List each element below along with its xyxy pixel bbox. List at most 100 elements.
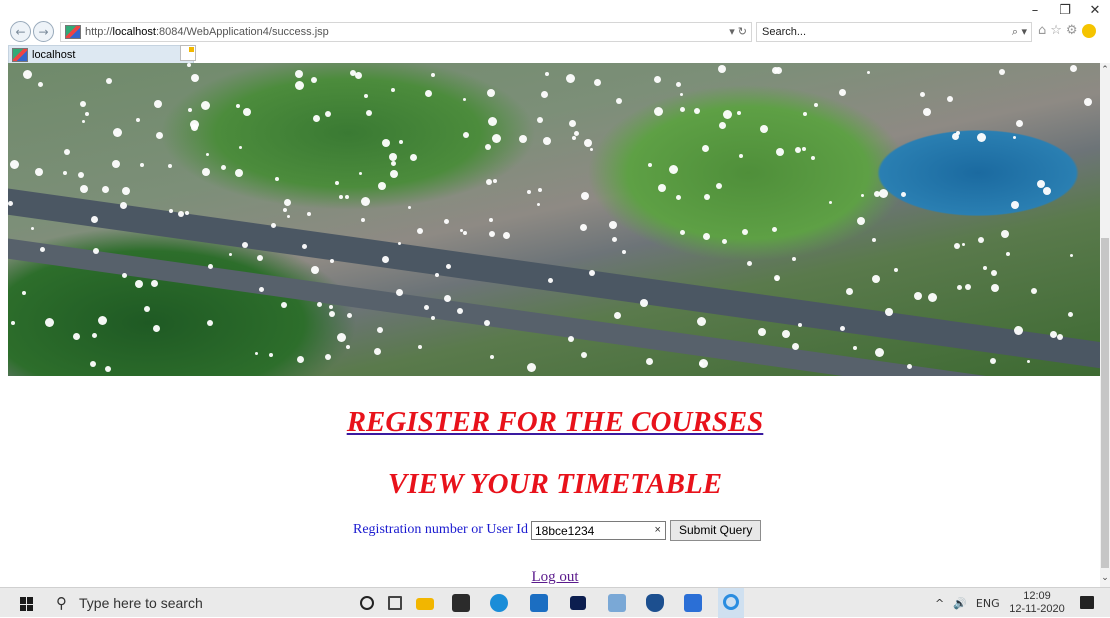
snow-dot <box>313 115 320 122</box>
snow-dot <box>614 312 621 319</box>
snow-dot <box>23 70 32 79</box>
snow-dot <box>894 268 898 272</box>
snow-dot <box>112 160 120 168</box>
windows-start-icon[interactable] <box>20 597 34 611</box>
registration-input[interactable]: 18bce1234 × <box>530 520 666 540</box>
feedback-smiley-icon[interactable] <box>1081 24 1096 38</box>
clear-input-icon[interactable]: × <box>655 524 661 536</box>
snow-dot <box>718 65 726 73</box>
snow-dot <box>792 343 799 350</box>
snow-dot <box>317 302 322 307</box>
snow-dot <box>590 148 593 151</box>
search-icon: ⚲ <box>56 594 67 612</box>
snow-dot <box>431 316 435 320</box>
snow-dot <box>543 137 551 145</box>
store-icon[interactable] <box>452 594 470 612</box>
snow-dot <box>654 107 663 116</box>
browser-search-input[interactable]: Search... ⌕ ▾ <box>756 22 1032 42</box>
snow-dot <box>389 153 397 161</box>
snow-dot <box>548 278 553 283</box>
notification-icon[interactable] <box>1080 596 1094 609</box>
snow-dot <box>489 231 495 237</box>
snow-dot <box>527 190 531 194</box>
favorites-star-icon[interactable]: ☆ <box>1050 23 1062 38</box>
snow-dot <box>537 203 540 206</box>
snow-dot <box>983 266 987 270</box>
snow-dot <box>330 259 334 263</box>
app-icon[interactable] <box>684 594 702 612</box>
snow-dot <box>390 170 398 178</box>
snow-dot <box>201 101 210 110</box>
snow-dot <box>98 316 107 325</box>
snow-dot <box>122 273 127 278</box>
dropbox-icon[interactable] <box>570 596 586 610</box>
snow-dot <box>879 189 888 198</box>
mail-icon[interactable] <box>530 594 548 612</box>
forward-button[interactable]: → <box>33 21 54 42</box>
submit-query-button[interactable]: Submit Query <box>669 519 762 541</box>
taskbar-search-box[interactable]: ⚲ Type here to search <box>50 588 340 618</box>
snow-dot <box>704 194 710 200</box>
scrollbar-thumb[interactable] <box>1101 238 1109 568</box>
snow-dot <box>1027 360 1030 363</box>
edge-icon[interactable] <box>490 594 508 612</box>
snow-dot <box>739 154 743 158</box>
search-placeholder: Search... <box>762 26 807 38</box>
snow-dot <box>541 91 548 98</box>
new-tab-button[interactable] <box>180 45 196 61</box>
address-bar[interactable]: http://localhost:8084/WebApplication4/su… <box>60 22 752 42</box>
snow-dot <box>874 191 880 197</box>
refresh-icon[interactable]: ▾ ↻ <box>729 25 747 38</box>
snow-dot <box>346 345 350 349</box>
snow-dot <box>271 223 276 228</box>
snow-dot <box>861 194 864 197</box>
snow-dot <box>90 361 96 367</box>
logout-link[interactable]: Log out <box>0 569 1110 586</box>
snow-dot <box>1031 288 1037 294</box>
snow-dot <box>45 318 54 327</box>
file-explorer-icon[interactable] <box>416 598 434 610</box>
show-hidden-icons[interactable]: ^ <box>935 597 944 610</box>
internet-explorer-icon[interactable] <box>718 588 744 618</box>
snow-dot <box>113 128 122 137</box>
snow-dot <box>239 146 242 149</box>
settings-gear-icon[interactable]: ⚙ <box>1066 23 1078 38</box>
security-icon[interactable] <box>646 594 664 612</box>
vertical-scrollbar[interactable]: ⌃ ⌄ <box>1100 63 1110 587</box>
snow-dot <box>901 192 906 197</box>
tab-localhost[interactable]: localhost × <box>8 45 194 63</box>
clock[interactable]: 12:09 12-11-2020 <box>1008 590 1066 616</box>
scroll-down-icon[interactable]: ⌄ <box>1100 573 1110 585</box>
snow-dot <box>978 237 984 243</box>
search-icon[interactable]: ⌕ ▾ <box>1012 25 1027 39</box>
snow-dot <box>1013 136 1016 139</box>
snow-dot <box>640 299 648 307</box>
scroll-up-icon[interactable]: ⌃ <box>1100 65 1110 77</box>
snow-dot <box>153 325 160 332</box>
snow-dot <box>168 164 172 168</box>
task-view-icon[interactable] <box>388 596 402 610</box>
snow-dot <box>676 82 681 87</box>
language-indicator[interactable]: ENG <box>976 597 1000 610</box>
snow-dot <box>669 165 678 174</box>
back-button[interactable]: ← <box>10 21 31 42</box>
restore-button[interactable]: ❐ <box>1050 0 1080 20</box>
register-courses-link[interactable]: REGISTER FOR THE COURSES <box>0 406 1110 439</box>
volume-icon[interactable]: 🔊 <box>953 597 967 610</box>
minimize-button[interactable]: – <box>1020 0 1050 20</box>
browser-chrome: – ❐ ✕ ← → http://localhost:8084/WebAppli… <box>0 0 1110 63</box>
snow-dot <box>486 179 492 185</box>
snow-dot <box>92 333 97 338</box>
register-courses-link-text[interactable]: REGISTER FOR THE COURSES <box>347 406 764 438</box>
snow-dot <box>391 161 396 166</box>
cortana-icon[interactable] <box>360 596 374 610</box>
snow-dot <box>694 108 700 114</box>
home-icon[interactable]: ⌂ <box>1038 23 1046 38</box>
snow-dot <box>410 154 417 161</box>
close-window-button[interactable]: ✕ <box>1080 0 1110 20</box>
snow-dot <box>391 88 395 92</box>
snow-dot <box>676 195 681 200</box>
snow-dot <box>747 261 752 266</box>
url-host: localhost <box>112 26 156 38</box>
amazon-icon[interactable] <box>608 594 626 612</box>
